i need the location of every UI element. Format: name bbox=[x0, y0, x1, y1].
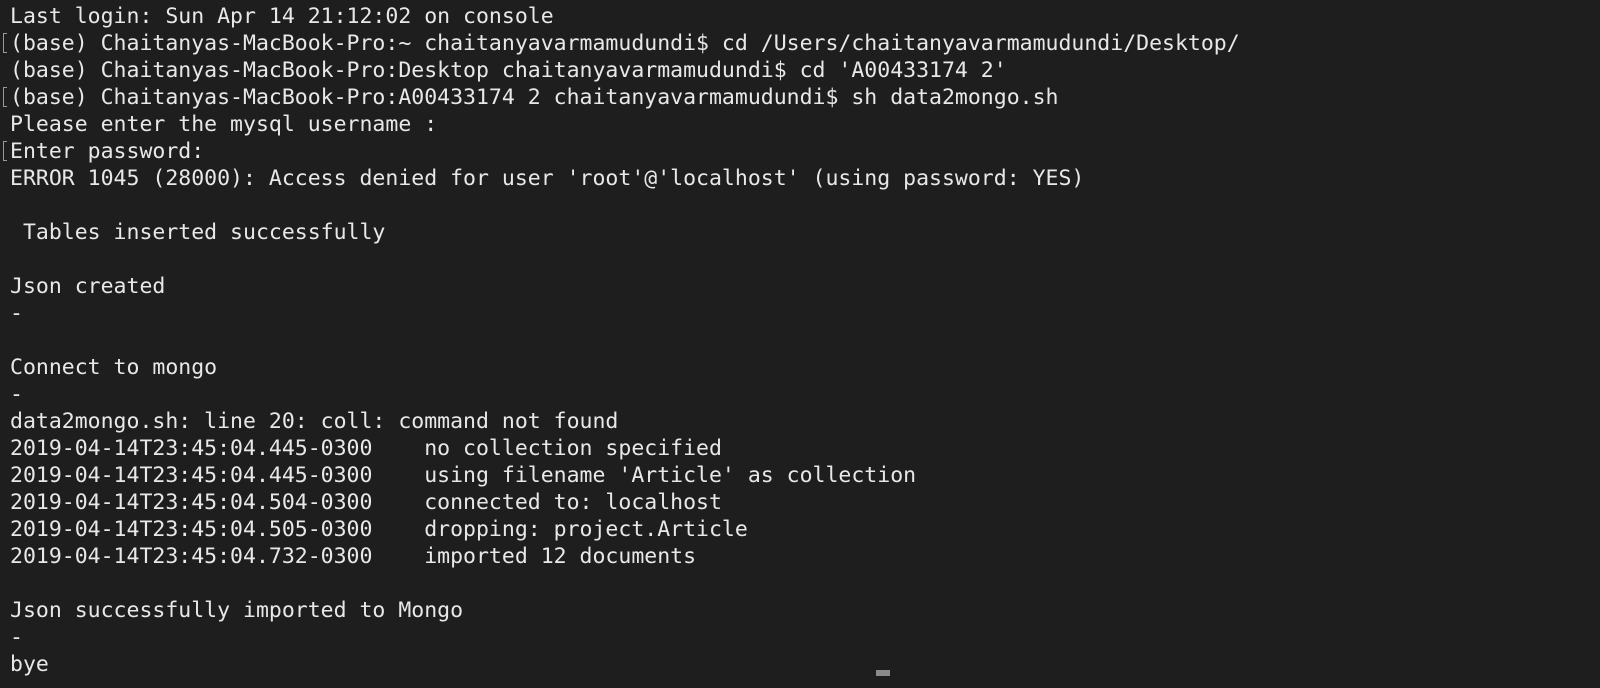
terminal-line-text: Json created bbox=[10, 274, 166, 299]
prompt-mark-icon bbox=[3, 141, 7, 161]
terminal-line-text: - bbox=[10, 301, 23, 326]
terminal-line: - bbox=[10, 381, 1600, 408]
terminal-line-text: 2019-04-14T23:45:04.505-0300 dropping: p… bbox=[10, 517, 748, 542]
terminal-line: Connect to mongo bbox=[10, 354, 1600, 381]
terminal-line: ERROR 1045 (28000): Access denied for us… bbox=[10, 165, 1600, 192]
terminal-line: bye bbox=[10, 651, 1600, 678]
terminal-line-text: 2019-04-14T23:45:04.445-0300 using filen… bbox=[10, 463, 917, 488]
terminal-line-text: Json successfully imported to Mongo bbox=[10, 598, 464, 623]
terminal-line-text: Last login: Sun Apr 14 21:12:02 on conso… bbox=[10, 4, 554, 29]
terminal-line: Please enter the mysql username : bbox=[10, 111, 1600, 138]
terminal-line: 2019-04-14T23:45:04.445-0300 using filen… bbox=[10, 462, 1600, 489]
terminal-line: Last login: Sun Apr 14 21:12:02 on conso… bbox=[10, 3, 1600, 30]
terminal-line: Tables inserted successfully bbox=[10, 219, 1600, 246]
terminal-line-text: Tables inserted successfully bbox=[10, 220, 386, 245]
terminal-line: (base) Chaitanyas-MacBook-Pro:~ chaitany… bbox=[3, 30, 1600, 57]
terminal-line: data2mongo.sh: line 20: coll: command no… bbox=[10, 408, 1600, 435]
terminal-line-text: bye bbox=[10, 652, 49, 677]
terminal-line-text: (base) Chaitanyas-MacBook-Pro:~ chaitany… bbox=[10, 31, 1240, 56]
prompt-mark-icon bbox=[3, 33, 7, 53]
terminal-line-text: Enter password: bbox=[10, 139, 205, 164]
terminal-line-text: ERROR 1045 (28000): Access denied for us… bbox=[10, 166, 1085, 191]
terminal-output: Last login: Sun Apr 14 21:12:02 on conso… bbox=[3, 3, 1600, 678]
terminal-line-text: 2019-04-14T23:45:04.732-0300 imported 12… bbox=[10, 544, 697, 569]
terminal-line-text: Connect to mongo bbox=[10, 355, 218, 380]
terminal-line-text: data2mongo.sh: line 20: coll: command no… bbox=[10, 409, 619, 434]
terminal-line: 2019-04-14T23:45:04.505-0300 dropping: p… bbox=[10, 516, 1600, 543]
terminal-line-text: 2019-04-14T23:45:04.504-0300 connected t… bbox=[10, 490, 722, 515]
terminal-line: 2019-04-14T23:45:04.504-0300 connected t… bbox=[10, 489, 1600, 516]
terminal-line-text: - bbox=[10, 625, 23, 650]
terminal-line: 2019-04-14T23:45:04.445-0300 no collecti… bbox=[10, 435, 1600, 462]
terminal-line: Json created bbox=[10, 273, 1600, 300]
terminal-line: (base) Chaitanyas-MacBook-Pro:Desktop ch… bbox=[10, 57, 1600, 84]
terminal-window[interactable]: Last login: Sun Apr 14 21:12:02 on conso… bbox=[0, 0, 1600, 688]
prompt-mark-icon bbox=[3, 87, 7, 107]
terminal-line-text: Please enter the mysql username : bbox=[10, 112, 438, 137]
terminal-line-text: (base) Chaitanyas-MacBook-Pro:A00433174 … bbox=[10, 85, 1059, 110]
terminal-line: 2019-04-14T23:45:04.732-0300 imported 12… bbox=[10, 543, 1600, 570]
terminal-line: (base) Chaitanyas-MacBook-Pro:A00433174 … bbox=[3, 84, 1600, 111]
scroll-indicator[interactable] bbox=[876, 670, 890, 676]
terminal-line-text: 2019-04-14T23:45:04.445-0300 no collecti… bbox=[10, 436, 722, 461]
terminal-line: Json successfully imported to Mongo bbox=[10, 597, 1600, 624]
terminal-line-text: - bbox=[10, 382, 23, 407]
terminal-line: Enter password: bbox=[3, 138, 1600, 165]
terminal-line: - bbox=[10, 624, 1600, 651]
terminal-line-text: (base) Chaitanyas-MacBook-Pro:Desktop ch… bbox=[10, 58, 1007, 83]
terminal-line: - bbox=[10, 300, 1600, 327]
